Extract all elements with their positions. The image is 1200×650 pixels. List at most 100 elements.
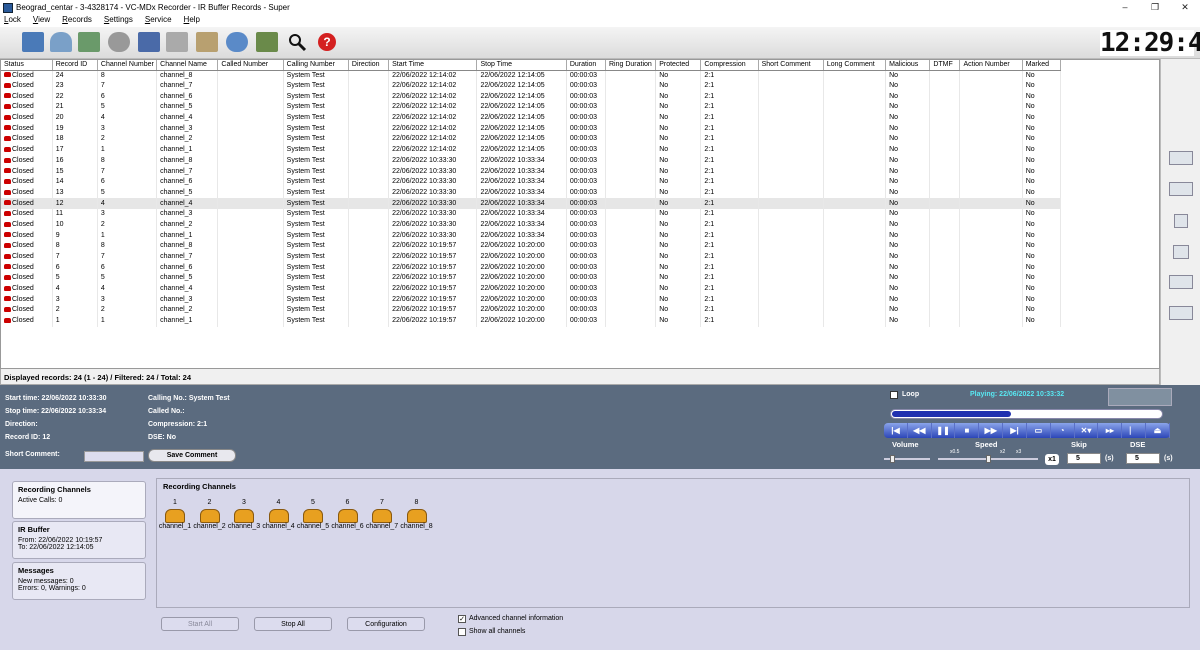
tools-icon[interactable] bbox=[196, 32, 218, 52]
records-icon[interactable] bbox=[22, 32, 44, 52]
short-comment-input[interactable] bbox=[84, 451, 144, 462]
playback-control-button[interactable]: ✕▾ bbox=[1075, 423, 1099, 438]
column-header[interactable]: Short Comment bbox=[758, 60, 824, 71]
advanced-checkbox[interactable]: ✓ bbox=[458, 615, 466, 623]
minimize-button[interactable]: – bbox=[1110, 0, 1140, 15]
table-row[interactable]: Closed 9 1 channel_1 System Test 22/06/2022 1… bbox=[1, 230, 1062, 241]
start-all-button[interactable]: Start All bbox=[161, 617, 239, 631]
playback-control-button[interactable]: ▶| bbox=[1003, 423, 1027, 438]
computer-icon[interactable] bbox=[138, 32, 160, 52]
playback-control-button[interactable]: ◀◀ bbox=[908, 423, 932, 438]
table-row[interactable]: Closed 22 6 channel_6 System Test 22/06/2022 … bbox=[1, 91, 1062, 103]
playback-control-button[interactable]: ◔ bbox=[1051, 423, 1075, 438]
skip-spinner[interactable]: 5 bbox=[1067, 453, 1101, 464]
channel-item[interactable]: 5 channel_5 bbox=[295, 499, 331, 530]
menu-service[interactable]: Service bbox=[145, 15, 172, 27]
recording-channels-card[interactable]: Recording Channels Active Calls: 0 bbox=[12, 481, 146, 519]
info-icon[interactable] bbox=[226, 32, 248, 52]
column-header[interactable]: Status bbox=[1, 60, 53, 71]
configuration-button[interactable]: Configuration bbox=[347, 617, 425, 631]
menu-help[interactable]: Help bbox=[184, 15, 200, 27]
menu-records[interactable]: Records bbox=[62, 15, 92, 27]
menu-settings[interactable]: Settings bbox=[104, 15, 133, 27]
ir-buffer-card[interactable]: IR Buffer From: 22/06/2022 10:19:57 To: … bbox=[12, 521, 146, 559]
playback-progress[interactable] bbox=[890, 409, 1163, 419]
column-header[interactable]: Marked bbox=[1022, 60, 1062, 71]
playback-control-button[interactable]: ▶▶ bbox=[979, 423, 1004, 438]
column-header[interactable]: Calling Number bbox=[283, 60, 349, 71]
table-row[interactable]: Closed 13 5 channel_5 System Test 22/06/2022 … bbox=[1, 187, 1062, 199]
playback-control-button[interactable]: ■ bbox=[955, 423, 980, 438]
table-row[interactable]: Closed 14 6 channel_6 System Test 22/06/2022 … bbox=[1, 176, 1062, 188]
column-header[interactable]: DTMF bbox=[929, 60, 961, 71]
messages-card[interactable]: Messages New messages: 0 Errors: 0, Warn… bbox=[12, 562, 146, 600]
stop-all-button[interactable]: Stop All bbox=[254, 617, 332, 631]
search-records-icon[interactable] bbox=[108, 32, 130, 52]
column-header[interactable]: Protected bbox=[655, 60, 702, 71]
table-row[interactable]: Closed 11 3 channel_3 System Test 22/06/2022 … bbox=[1, 208, 1062, 220]
table-row[interactable]: Closed 3 3 channel_3 System Test 22/06/2022 1… bbox=[1, 294, 1062, 306]
table-row[interactable]: Closed 8 8 channel_8 System Test 22/06/2022 1… bbox=[1, 241, 1062, 252]
table-row[interactable]: Closed 6 6 channel_6 System Test 22/06/2022 1… bbox=[1, 262, 1062, 274]
table-row[interactable]: Closed 18 2 channel_2 System Test 22/06/2022 … bbox=[1, 134, 1062, 145]
menu-view[interactable]: View bbox=[33, 15, 50, 27]
channel-item[interactable]: 2 channel_2 bbox=[192, 499, 228, 530]
table-row[interactable]: Closed 5 5 channel_5 System Test 22/06/2022 1… bbox=[1, 273, 1062, 284]
table-row[interactable]: Closed 21 5 channel_5 System Test 22/06/2022 … bbox=[1, 102, 1062, 113]
export-icon[interactable] bbox=[1169, 151, 1193, 165]
table-row[interactable]: Closed 15 7 channel_7 System Test 22/06/2022 … bbox=[1, 166, 1062, 177]
dse-spinner[interactable]: 5 bbox=[1126, 453, 1160, 464]
table-row[interactable]: Closed 24 8 channel_8 System Test 22/06/2022 … bbox=[1, 70, 1062, 81]
window-icon[interactable] bbox=[1174, 214, 1188, 228]
column-header[interactable]: Long Comment bbox=[823, 60, 887, 71]
search-icon[interactable] bbox=[1173, 245, 1189, 259]
menu-lock[interactable]: Lock bbox=[4, 15, 21, 27]
channel-item[interactable]: 7 channel_7 bbox=[364, 499, 400, 530]
channel-item[interactable]: 1 channel_1 bbox=[157, 499, 193, 530]
table-row[interactable]: Closed 1 1 channel_1 System Test 22/06/2022 1… bbox=[1, 315, 1062, 327]
speed-multiplier[interactable]: x1 bbox=[1045, 454, 1059, 465]
column-header[interactable]: Start Time bbox=[388, 60, 478, 71]
playback-control-button[interactable]: |◀ bbox=[884, 423, 908, 438]
volume-slider[interactable] bbox=[884, 455, 930, 463]
column-header[interactable]: Stop Time bbox=[476, 60, 567, 71]
import-record-icon[interactable] bbox=[1169, 182, 1193, 196]
copy-icon[interactable] bbox=[1169, 275, 1193, 289]
channel-item[interactable]: 8 channel_8 bbox=[399, 499, 435, 530]
table-row[interactable]: Closed 2 2 channel_2 System Test 22/06/2022 1… bbox=[1, 305, 1062, 316]
channel-item[interactable]: 6 channel_6 bbox=[330, 499, 366, 530]
column-header[interactable]: Duration bbox=[566, 60, 606, 71]
column-header[interactable]: Malicious bbox=[885, 60, 931, 71]
table-row[interactable]: Closed 23 7 channel_7 System Test 22/06/2022 … bbox=[1, 80, 1062, 92]
volume-knob[interactable] bbox=[890, 455, 895, 463]
column-header[interactable]: Channel Name bbox=[156, 60, 219, 71]
column-header[interactable]: Compression bbox=[700, 60, 759, 71]
table-row[interactable]: Closed 10 2 channel_2 System Test 22/06/2022 … bbox=[1, 219, 1062, 231]
restore-button[interactable]: ❐ bbox=[1140, 0, 1170, 15]
table-row[interactable]: Closed 4 4 channel_4 System Test 22/06/2022 1… bbox=[1, 283, 1062, 295]
show-all-checkbox[interactable] bbox=[458, 628, 466, 636]
table-row[interactable]: Closed 20 4 channel_4 System Test 22/06/2022 … bbox=[1, 112, 1062, 124]
records-table[interactable]: Status Record ID Channel Number Channel Nam… bbox=[0, 59, 1160, 369]
column-header[interactable]: Channel Number bbox=[97, 60, 158, 71]
table-row[interactable]: Closed 12 4 channel_4 System Test 22/06/2022 … bbox=[1, 198, 1062, 209]
edit-icon[interactable] bbox=[1169, 306, 1193, 320]
table-row[interactable]: Closed 17 1 channel_1 System Test 22/06/2022 … bbox=[1, 144, 1062, 156]
loop-checkbox[interactable] bbox=[890, 391, 898, 399]
speed-knob[interactable] bbox=[986, 455, 991, 463]
playback-control-button[interactable]: ▸▸ bbox=[1098, 423, 1123, 438]
column-header[interactable]: Action Number bbox=[959, 60, 1023, 71]
channel-item[interactable]: 3 channel_3 bbox=[226, 499, 262, 530]
table-row[interactable]: Closed 16 8 channel_8 System Test 22/06/2022 … bbox=[1, 155, 1062, 167]
playback-control-button[interactable]: ⎸ bbox=[1122, 423, 1147, 438]
channel-item[interactable]: 4 channel_4 bbox=[261, 499, 297, 530]
board-icon[interactable] bbox=[256, 32, 278, 52]
import-icon[interactable] bbox=[78, 32, 100, 52]
table-row[interactable]: Closed 7 7 channel_7 System Test 22/06/2022 1… bbox=[1, 251, 1062, 263]
column-header[interactable]: Ring Duration bbox=[605, 60, 657, 71]
printer-icon[interactable] bbox=[166, 32, 188, 52]
column-header[interactable]: Record ID bbox=[52, 60, 98, 71]
playback-control-button[interactable]: ⏏ bbox=[1146, 423, 1170, 438]
close-button[interactable]: ✕ bbox=[1170, 0, 1200, 15]
playback-control-button[interactable]: ▭ bbox=[1027, 423, 1051, 438]
